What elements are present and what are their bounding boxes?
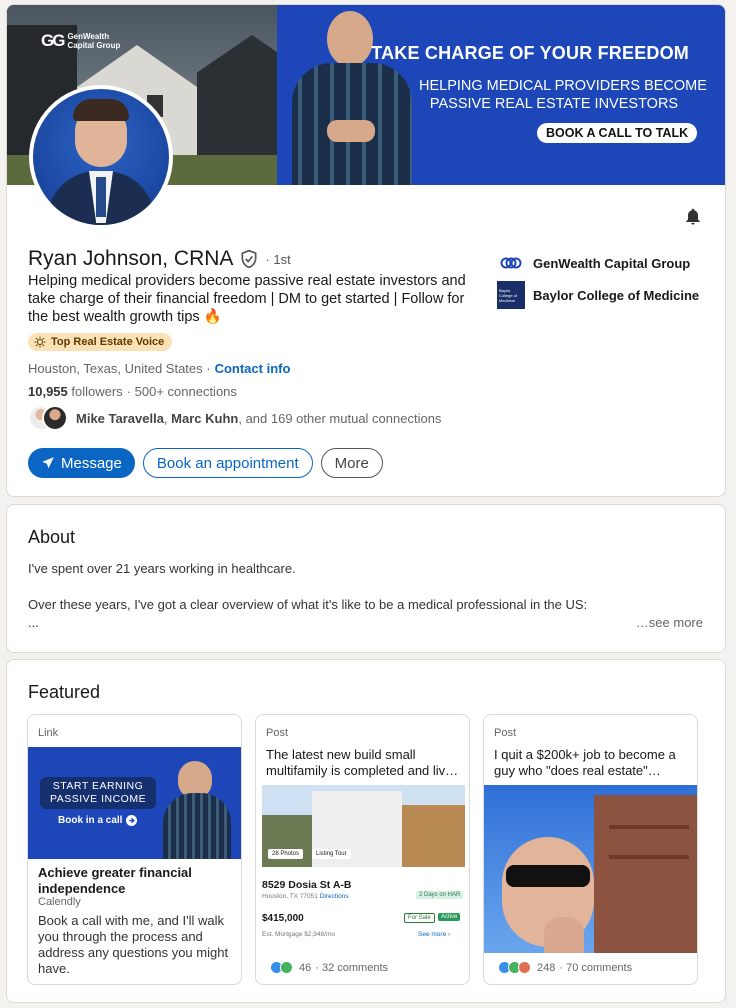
book-appointment-button[interactable]: Book an appointment	[142, 448, 313, 478]
logo-mark: GG	[41, 31, 65, 50]
featured-type: Link	[38, 727, 59, 739]
banner-title: TAKE CHARGE OF YOUR FREEDOM	[371, 43, 689, 63]
featured-item-post-listing[interactable]: Post The latest new build small multifam…	[255, 714, 470, 985]
mutual-rest: , and 169 other mutual connections	[238, 410, 442, 426]
reaction-celebrate-icon	[280, 961, 293, 974]
image-line2: PASSIVE INCOME	[50, 793, 147, 805]
followers-label: followers	[71, 384, 123, 399]
see-more-link[interactable]: …see more	[636, 615, 703, 630]
featured-item-link[interactable]: Link START EARNING PASSIVE INCOME Book i…	[27, 714, 242, 985]
name-row: Ryan Johnson, CRNA · 1st	[28, 247, 291, 271]
comment-count: · 70 comments	[559, 961, 633, 974]
mutual-separator: ,	[163, 410, 168, 426]
featured-link-desc: Book a call with me, and I'll walk you t…	[38, 913, 229, 976]
mutual-avatars	[28, 405, 68, 431]
logo-line2: Capital Group	[67, 41, 121, 50]
listing-see-more: See more ›	[418, 931, 451, 938]
listing-city-row: Houston, TX 77051 Directions	[262, 893, 349, 900]
featured-post-title: The latest new build small multifamily i…	[266, 747, 459, 778]
mutual-connections[interactable]: Mike Taravella, Marc Kuhn, and 169 other…	[28, 405, 441, 431]
post-selfie-photo	[484, 785, 697, 953]
banner-subtitle-line1: HELPING MEDICAL PROVIDERS BECOME	[419, 78, 707, 94]
location-row: Houston, Texas, United States · Contact …	[28, 361, 290, 376]
reaction-count: 46	[299, 961, 312, 974]
contact-info-link[interactable]: Contact info	[215, 361, 291, 376]
reaction-count: 248	[537, 961, 556, 974]
followers-row: 10,955 followers · 500+ connections	[28, 384, 237, 399]
featured-title: Featured	[28, 682, 101, 702]
baylor-name: Baylor College of Medicine	[533, 287, 700, 303]
about-line-2: Over these years, I've got a clear overv…	[28, 597, 588, 612]
post-reactions[interactable]: 248 · 70 comments	[498, 961, 632, 974]
baylor-logo: Baylor College of Medicine	[497, 281, 525, 309]
about-line-1: I've spent over 21 years working in heal…	[28, 561, 296, 576]
experience-baylor[interactable]: Baylor College of Medicine Baylor Colleg…	[497, 281, 699, 309]
verified-shield-icon[interactable]	[239, 249, 259, 269]
sun-badge-icon	[34, 336, 46, 348]
listing-price: $415,000	[262, 913, 304, 924]
photos-tag: 28 Photos	[268, 849, 304, 859]
experience-genwealth[interactable]: GenWealth Capital Group	[497, 249, 690, 277]
profile-card: GG GenWealth Capital Group TAKE CHARGE O…	[6, 4, 726, 497]
featured-link-image: START EARNING PASSIVE INCOME Book in a c…	[28, 747, 241, 859]
arrow-right-icon	[126, 815, 138, 826]
image-headline: START EARNING PASSIVE INCOME	[40, 777, 157, 809]
banner-subtitle-line2: PASSIVE REAL ESTATE INVESTORS	[429, 96, 679, 112]
comment-count: · 32 comments	[315, 961, 388, 974]
location-text: Houston, Texas, United States ·	[28, 361, 211, 376]
listing-active: Active	[438, 913, 461, 921]
listing-address: 8529 Dosia St A-B	[262, 879, 352, 891]
featured-item-post-quit[interactable]: Post I quit a $200k+ job to become a guy…	[483, 714, 698, 985]
profile-avatar[interactable]	[29, 85, 173, 229]
reaction-love-icon	[518, 961, 531, 974]
listing-photo: 28 Photos Listing Tour	[262, 785, 465, 867]
image-line1: START EARNING	[52, 780, 144, 792]
featured-link-source: Calendly	[38, 896, 81, 908]
genwealth-name: GenWealth Capital Group	[533, 255, 691, 271]
about-section: About I've spent over 21 years working i…	[6, 504, 726, 653]
top-voice-badge[interactable]: Top Real Estate Voice	[28, 333, 173, 351]
listing-days: 2 Days on HAR	[416, 891, 464, 899]
listing-directions: Directions	[319, 893, 349, 900]
featured-link-title: Achieve greater financial independence	[38, 865, 192, 896]
mutual-name-1: Mike Taravella	[76, 410, 164, 426]
featured-type: Post	[494, 727, 517, 739]
banner-cta: BOOK A CALL TO TALK	[537, 123, 698, 143]
connections-link[interactable]: · 500+ connections	[127, 384, 237, 399]
about-line-3: ...	[28, 615, 39, 630]
image-cta: Book in a call	[58, 815, 138, 826]
logo-line1: GenWealth	[67, 32, 110, 41]
featured-section: Featured Link START EARNING PASSIVE INCO…	[6, 659, 726, 1003]
badge-label: Top Real Estate Voice	[51, 336, 165, 348]
listing-city: Houston, TX 77051	[262, 893, 318, 900]
followers-count[interactable]: 10,955	[28, 384, 68, 399]
banner-subtitle: HELPING MEDICAL PROVIDERS BECOME PASSIVE…	[419, 77, 707, 113]
banner-person-photo	[277, 5, 427, 185]
send-icon	[42, 457, 54, 469]
about-title: About	[28, 527, 76, 547]
genwealth-logo	[497, 249, 525, 277]
listing-mortgage: Est. Mortgage $2,948/mo	[262, 931, 335, 938]
profile-headline: Helping medical providers become passive…	[28, 273, 466, 325]
mutual-name-2: Marc Kuhn	[171, 410, 239, 426]
listing-for-sale: For Sale	[404, 913, 435, 923]
action-buttons: Message Book an appointment More	[28, 448, 383, 478]
bell-icon[interactable]	[683, 207, 703, 227]
more-button[interactable]: More	[320, 448, 383, 478]
tour-tag: Listing Tour	[312, 849, 351, 859]
profile-name: Ryan Johnson, CRNA	[28, 247, 234, 270]
genwealth-banner-logo: GG GenWealth Capital Group	[41, 31, 120, 51]
connection-degree: · 1st	[265, 251, 291, 267]
message-label: Message	[61, 454, 122, 472]
message-button[interactable]: Message	[28, 448, 135, 478]
post-reactions[interactable]: 46 · 32 comments	[270, 961, 388, 974]
image-cta-label: Book in a call	[58, 815, 123, 826]
featured-type: Post	[266, 727, 289, 739]
featured-post-title: I quit a $200k+ job to become a guy who …	[494, 747, 676, 778]
